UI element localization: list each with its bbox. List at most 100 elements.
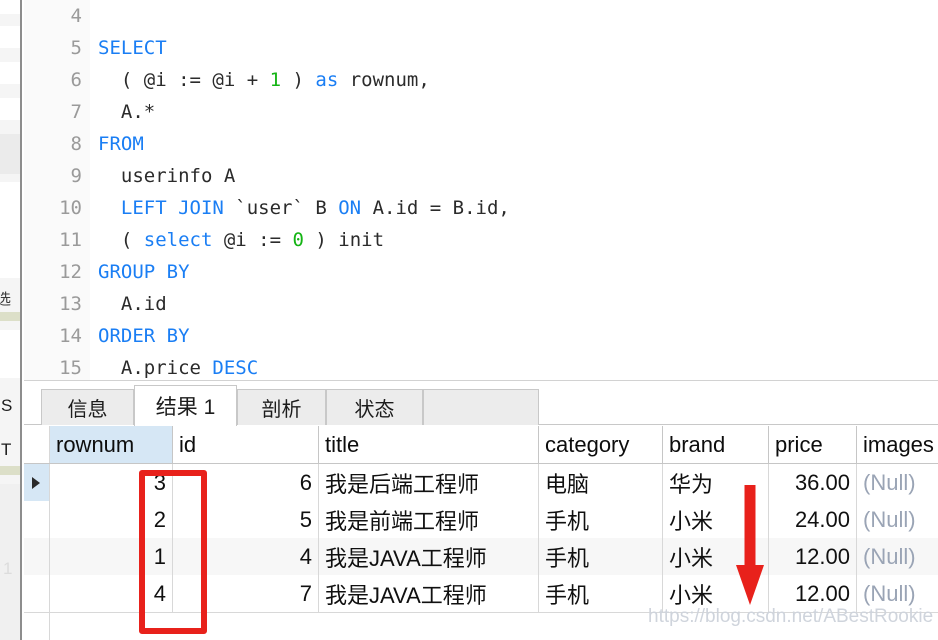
row-selector[interactable] — [24, 575, 50, 612]
code-line[interactable]: 5 SELECT — [24, 32, 938, 64]
code-line[interactable]: 10 LEFT JOIN `user` B ON A.id = B.id, — [24, 192, 938, 224]
cell-rownum[interactable]: 3 — [50, 464, 173, 501]
column-header-rownum[interactable]: rownum — [50, 426, 173, 463]
code-text: FROM — [98, 128, 144, 160]
code-token: A.* — [98, 101, 156, 123]
code-token: 0 — [292, 229, 304, 251]
sql-client-window: 选 S T 1 4 5 SELECT 6 ( @i := @i + 1 ) as ro… — [0, 0, 938, 640]
cell-value: 我是JAVA工程师 — [325, 582, 487, 608]
cell-value: (Null) — [863, 580, 916, 606]
strip-band — [0, 62, 20, 84]
code-text: ( @i := @i + 1 ) as rownum, — [98, 64, 430, 96]
cell-category[interactable]: 手机 — [539, 575, 663, 612]
column-header-label: brand — [669, 431, 726, 457]
cell-brand[interactable]: 小米 — [663, 538, 769, 575]
line-number: 7 — [70, 101, 82, 123]
tab-result[interactable]: 结果 1 — [134, 385, 237, 426]
cell-price[interactable]: 12.00 — [769, 538, 857, 575]
line-number: 9 — [70, 165, 82, 187]
cell-value: 6 — [299, 469, 312, 495]
column-header-label: category — [545, 431, 630, 457]
cell-rownum[interactable]: 2 — [50, 501, 173, 538]
code-line[interactable]: 14 ORDER BY — [24, 320, 938, 352]
line-number: 6 — [70, 69, 82, 91]
column-header-id[interactable]: id — [173, 426, 319, 463]
cell-value: (Null) — [863, 543, 916, 569]
code-text: ( select @i := 0 ) init — [98, 224, 384, 256]
cell-rownum[interactable]: 1 — [50, 538, 173, 575]
code-token: A.id = B.id, — [361, 197, 510, 219]
strip-band — [0, 134, 20, 174]
column-header-images[interactable]: images — [857, 426, 938, 463]
code-line[interactable]: 8 FROM — [24, 128, 938, 160]
results-grid[interactable]: rownum id title category brand price images 3 6 我… — [24, 426, 938, 640]
code-line[interactable]: 6 ( @i := @i + 1 ) as rownum, — [24, 64, 938, 96]
cell-rownum[interactable]: 4 — [50, 575, 173, 612]
cell-brand[interactable]: 华为 — [663, 464, 769, 501]
line-number: 5 — [70, 37, 82, 59]
code-token: ) — [281, 69, 316, 91]
sql-editor[interactable]: 4 5 SELECT 6 ( @i := @i + 1 ) as rownum, 7 A… — [24, 0, 938, 380]
code-text: A.id — [98, 288, 167, 320]
cell-brand[interactable]: 小米 — [663, 501, 769, 538]
line-number: 10 — [59, 197, 82, 219]
cell-title[interactable]: 我是前端工程师 — [319, 501, 539, 538]
tab-item-3[interactable]: 状态 — [326, 389, 423, 425]
cell-id[interactable]: 7 — [173, 575, 319, 612]
tab-label: 信息 — [67, 399, 108, 421]
column-header-title[interactable]: title — [319, 426, 539, 463]
code-line[interactable]: 4 — [24, 0, 938, 32]
code-text: userinfo A — [98, 160, 235, 192]
table-row[interactable]: 2 5 我是前端工程师 手机 小米 24.00 (Null) — [24, 501, 938, 538]
code-line[interactable]: 15 A.price DESC — [24, 352, 938, 380]
cell-value: (Null) — [863, 469, 916, 495]
code-token: userinfo A — [98, 165, 236, 187]
table-row[interactable]: 4 7 我是JAVA工程师 手机 小米 12.00 (Null) — [24, 575, 938, 612]
table-header-row: rownum id title category brand price images — [24, 426, 938, 464]
cell-images[interactable]: (Null) — [857, 575, 938, 612]
cell-category[interactable]: 手机 — [539, 501, 663, 538]
cell-id[interactable]: 6 — [173, 464, 319, 501]
row-selector[interactable] — [24, 464, 50, 501]
cell-title[interactable]: 我是JAVA工程师 — [319, 538, 539, 575]
column-header-brand[interactable]: brand — [663, 426, 769, 463]
code-line[interactable]: 11 ( select @i := 0 ) init — [24, 224, 938, 256]
cell-price[interactable]: 12.00 — [769, 575, 857, 612]
tab-item-0[interactable]: 信息 — [41, 389, 134, 425]
column-header-label: price — [775, 431, 823, 457]
strip-band — [0, 0, 20, 14]
cell-price[interactable]: 36.00 — [769, 464, 857, 501]
cell-images[interactable]: (Null) — [857, 464, 938, 501]
row-selector[interactable] — [24, 501, 50, 538]
cell-value: 我是后端工程师 — [325, 471, 480, 497]
code-token: FROM — [98, 133, 144, 155]
code-line[interactable]: 9 userinfo A — [24, 160, 938, 192]
cell-brand[interactable]: 小米 — [663, 575, 769, 612]
tab-item-2[interactable]: 剖析 — [237, 389, 326, 425]
cell-images[interactable]: (Null) — [857, 538, 938, 575]
strip-glyph-3: 1 — [3, 559, 13, 578]
cell-category[interactable]: 手机 — [539, 538, 663, 575]
code-token: 1 — [269, 69, 282, 91]
table-row[interactable]: 3 6 我是后端工程师 电脑 华为 36.00 (Null) — [24, 464, 938, 501]
cell-value: 7 — [299, 580, 312, 606]
code-line[interactable]: 12 GROUP BY — [24, 256, 938, 288]
code-line[interactable]: 7 A.* — [24, 96, 938, 128]
row-selector[interactable] — [24, 538, 50, 575]
sql-code-area[interactable]: 4 5 SELECT 6 ( @i := @i + 1 ) as rownum, 7 A… — [24, 0, 938, 380]
cell-value: 华为 — [669, 471, 714, 497]
cell-images[interactable]: (Null) — [857, 501, 938, 538]
cell-id[interactable]: 4 — [173, 538, 319, 575]
table-row[interactable]: 1 4 我是JAVA工程师 手机 小米 12.00 (Null) — [24, 538, 938, 575]
cell-id[interactable]: 5 — [173, 501, 319, 538]
cell-category[interactable]: 电脑 — [539, 464, 663, 501]
cell-price[interactable]: 24.00 — [769, 501, 857, 538]
column-header-category[interactable]: category — [539, 426, 663, 463]
code-line[interactable]: 13 A.id — [24, 288, 938, 320]
cell-title[interactable]: 我是后端工程师 — [319, 464, 539, 501]
cell-value: 36.00 — [794, 469, 850, 495]
cell-title[interactable]: 我是JAVA工程师 — [319, 575, 539, 612]
column-header-price[interactable]: price — [769, 426, 857, 463]
cell-value: 电脑 — [545, 471, 590, 497]
code-token: LEFT JOIN — [120, 197, 224, 219]
